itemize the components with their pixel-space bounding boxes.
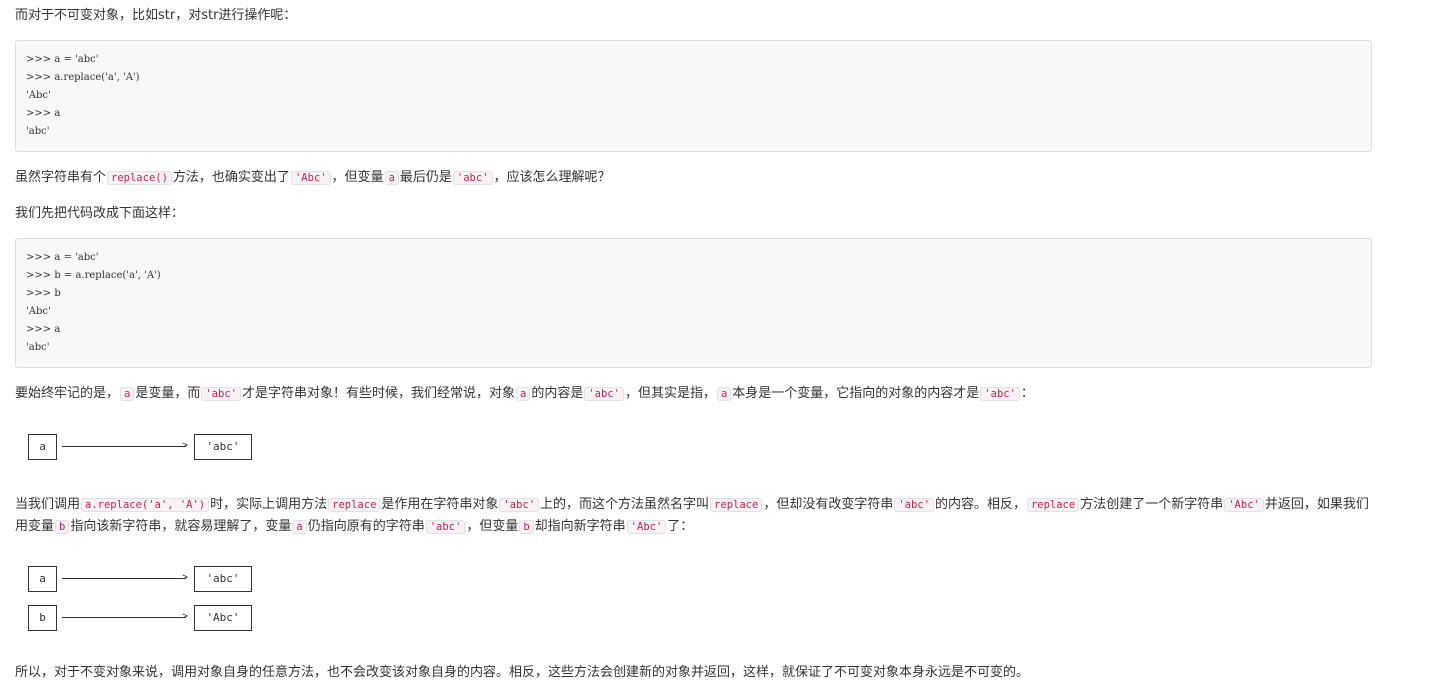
text-span: ： <box>1020 386 1034 401</box>
inline-code: 'Abc' <box>290 171 331 185</box>
text-span: 仍指向原有的字符串 <box>307 519 425 534</box>
code-line: 'Abc' <box>26 306 51 317</box>
inline-code: a <box>292 520 307 534</box>
inline-code: b <box>55 520 70 534</box>
inline-code: a <box>716 387 732 401</box>
text-span: 了： <box>667 519 694 534</box>
text-span: 是作用在字符串对象 <box>381 497 499 512</box>
inline-code: replace <box>328 498 381 512</box>
diagram-object-box: 'abc' <box>194 434 252 460</box>
inline-code: 'Abc' <box>1224 498 1264 512</box>
code-line: >>> a = 'abc' <box>26 54 99 65</box>
inline-code: a <box>384 171 399 185</box>
text-span: 的内容是 <box>531 386 584 401</box>
code-block-1: >>> a = 'abc' >>> a.replace('a', 'A') 'Abc… <box>15 40 1372 152</box>
diagram-object-box: 'Abc' <box>194 605 252 631</box>
arrowhead-icon: > <box>182 572 189 583</box>
inline-code: 'abc' <box>894 498 934 512</box>
paragraph-question: 虽然字符串有个 replace() 方法，也确实变出了 'Abc' ，但变量 a 最后仍是 '… <box>15 167 611 189</box>
text-span: ，但变量 <box>331 170 384 185</box>
text-span: 是变量，而 <box>135 386 201 401</box>
inline-code: 'abc' <box>201 387 241 401</box>
code-block-2: >>> a = 'abc' >>> b = a.replace('a', 'A')… <box>15 238 1372 368</box>
text-span: ，但其实是指， <box>624 386 716 401</box>
diagram-variable-box: a <box>28 566 57 592</box>
text-span: 方法创建了一个新字符串 <box>1080 497 1224 512</box>
text-span: 本身是一个变量，它指向的对象的内容才是 <box>732 386 980 401</box>
code-line: >>> a = 'abc' <box>26 252 99 263</box>
text-span: 才是字符串对象！有些时候，我们经常说，对象 <box>241 386 515 401</box>
paragraph-remember: 要始终牢记的是， a 是变量，而'abc' 才是字符串对象！有些时候，我们经常说，对象… <box>15 383 1034 405</box>
arrow-line <box>62 578 186 579</box>
text-span: 的内容。相反， <box>934 497 1026 512</box>
inline-code: a <box>515 387 531 401</box>
text-span: 却指向新字符串 <box>534 519 626 534</box>
arrow-line <box>62 617 186 618</box>
diagram-object-box: 'abc' <box>194 566 252 592</box>
paragraph-rewrite: 我们先把代码改成下面这样： <box>15 206 185 221</box>
text-span: 方法，也确实变出了 <box>172 170 290 185</box>
inline-code: 'abc' <box>425 520 466 534</box>
code-line: 'abc' <box>26 126 50 137</box>
text-span: 虽然字符串有个 <box>15 170 107 185</box>
text-span: ，但却没有改变字符串 <box>763 497 894 512</box>
text-span: 当我们调用 <box>15 497 81 512</box>
arrowhead-icon: > <box>182 440 189 451</box>
paragraph-explanation: 当我们调用 a.replace('a', 'A') 时，实际上调用方法 replace… <box>15 494 1375 538</box>
inline-code: 'Abc' <box>626 520 667 534</box>
inline-code: 'abc' <box>584 387 624 401</box>
inline-code: a.replace('a', 'A') <box>81 498 210 512</box>
inline-code: 'abc' <box>452 171 493 185</box>
arrowhead-icon: > <box>182 611 189 622</box>
code-line: 'abc' <box>26 342 50 353</box>
inline-code: a <box>120 387 135 401</box>
inline-code: 'abc' <box>980 387 1020 401</box>
code-line: >>> b = a.replace('a', 'A') <box>26 270 161 281</box>
code-line: 'Abc' <box>26 90 51 101</box>
paragraph-intro: 而对于不可变对象，比如str，对str进行操作呢： <box>15 8 297 23</box>
inline-code: b <box>519 520 534 534</box>
inline-code: replace() <box>107 171 172 185</box>
code-line: >>> a <box>26 108 61 119</box>
inline-code: 'abc' <box>499 498 540 512</box>
code-line: >>> a.replace('a', 'A') <box>26 72 140 83</box>
code-line: >>> a <box>26 324 61 335</box>
text-span: ，应该怎么理解呢？ <box>493 170 611 185</box>
text-span: ，但变量 <box>466 519 519 534</box>
diagram-variable-box: a <box>28 434 57 460</box>
text-span: 上的，而这个方法虽然名字叫 <box>540 497 710 512</box>
paragraph-conclusion: 所以，对于不变对象来说，调用对象自身的任意方法，也不会改变该对象自身的内容。相反… <box>15 665 1030 680</box>
inline-code: replace <box>710 498 763 512</box>
text-span: 要始终牢记的是， <box>15 386 120 401</box>
inline-code: replace <box>1026 498 1080 512</box>
diagram-variable-box: b <box>28 605 57 631</box>
text-span: 最后仍是 <box>399 170 452 185</box>
text-span: 指向该新字符串，就容易理解了，变量 <box>70 519 292 534</box>
text-span: 时，实际上调用方法 <box>210 497 328 512</box>
code-line: >>> b <box>26 288 61 299</box>
arrow-line <box>62 446 186 447</box>
